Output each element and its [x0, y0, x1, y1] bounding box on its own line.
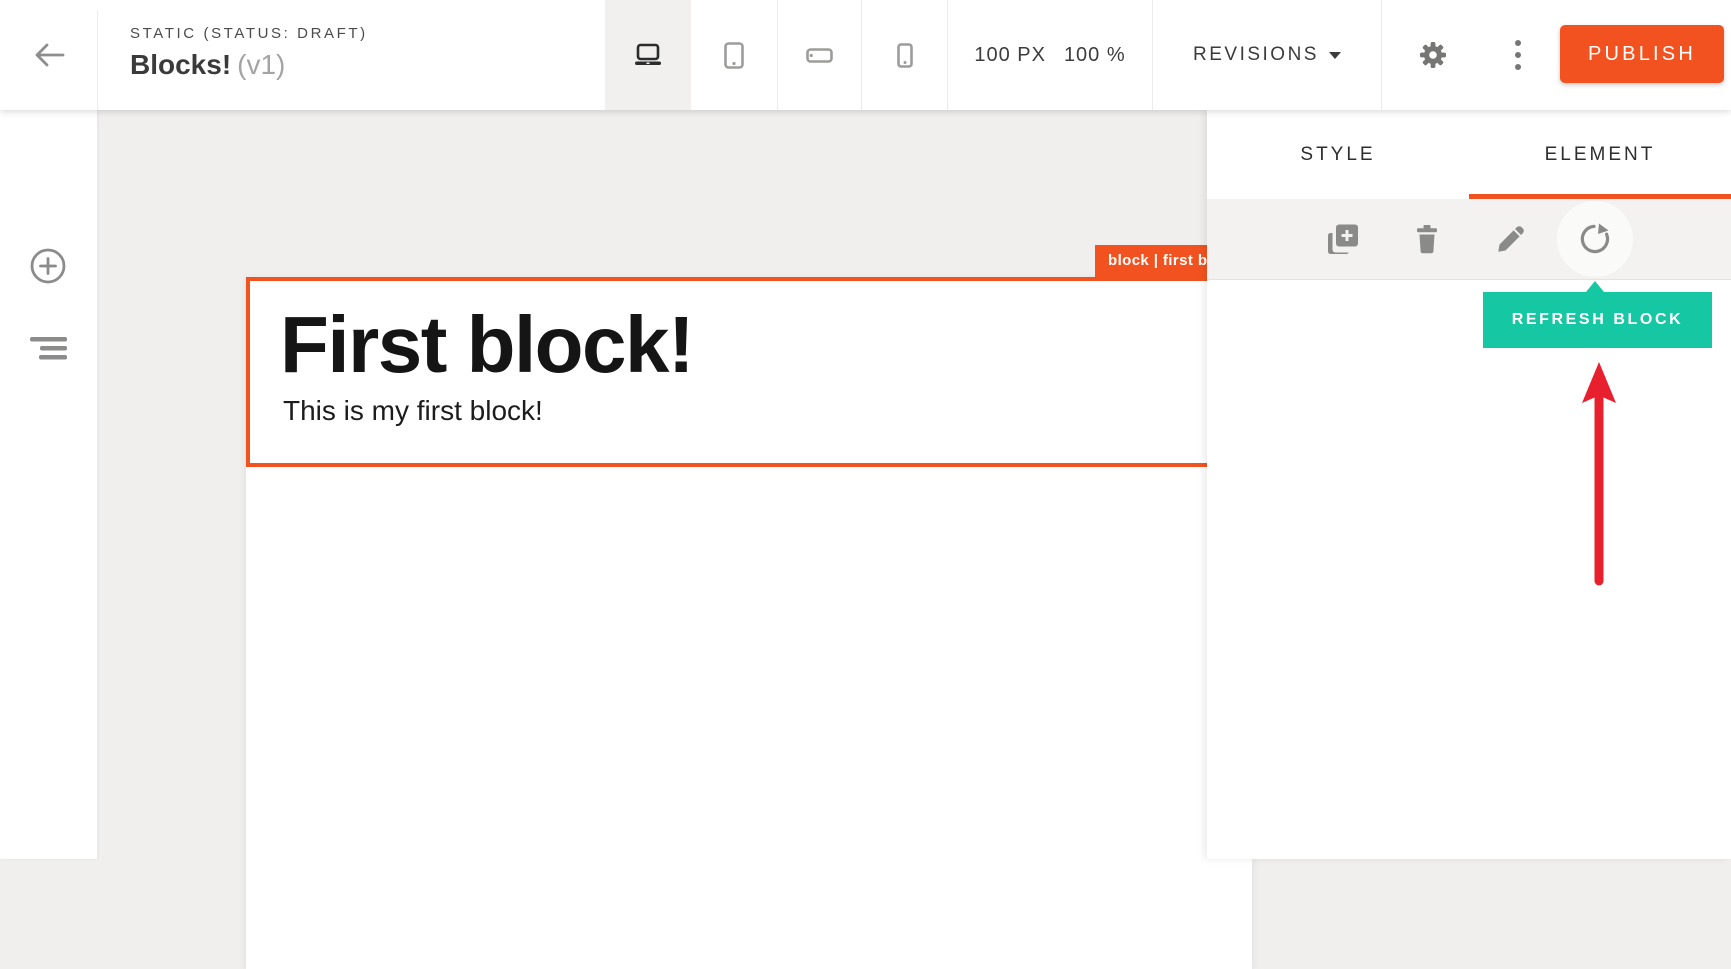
viewport-size-indicator: 100 PX 100 %	[948, 0, 1153, 110]
duplicate-icon	[1327, 224, 1359, 255]
inspector-panel: STYLE ELEMENT	[1207, 110, 1731, 859]
block-heading: First block!	[280, 305, 1248, 385]
left-sidebar	[0, 110, 97, 859]
page-title: Blocks!(v1)	[130, 49, 368, 81]
refresh-block-button[interactable]	[1578, 222, 1612, 256]
element-toolbar	[1207, 199, 1731, 280]
gear-icon	[1418, 40, 1448, 70]
viewport-width-value: 100 PX	[974, 44, 1046, 67]
tablet-icon	[724, 42, 744, 69]
editor-canvas: block | first block First block! This is…	[97, 110, 1207, 859]
annotation-arrow-up-icon	[1577, 358, 1621, 590]
mobile-landscape-icon	[806, 48, 833, 63]
plus-circle-icon	[28, 246, 68, 286]
revisions-label: REVISIONS	[1193, 44, 1319, 66]
kebab-menu-icon	[1514, 39, 1522, 71]
more-options-button[interactable]	[1494, 27, 1542, 83]
delete-block-button[interactable]	[1410, 222, 1444, 256]
revisions-dropdown[interactable]: REVISIONS	[1153, 0, 1382, 110]
trash-icon	[1415, 225, 1439, 254]
list-lines-icon	[28, 336, 68, 362]
mobile-portrait-icon	[897, 43, 913, 68]
tooltip-label: REFRESH BLOCK	[1512, 311, 1684, 329]
add-block-button[interactable]	[24, 242, 72, 290]
arrow-left-icon	[33, 41, 65, 69]
version-text: (v1)	[237, 49, 285, 80]
status-label: STATIC (STATUS: DRAFT)	[130, 25, 368, 42]
refresh-icon	[1579, 223, 1611, 255]
viewport-zoom-value: 100 %	[1064, 44, 1126, 67]
inspector-tabs: STYLE ELEMENT	[1207, 110, 1731, 199]
block-body-text: This is my first block!	[283, 395, 1248, 427]
device-preview-switcher	[605, 0, 948, 110]
title-text: Blocks!	[130, 49, 231, 80]
page-preview: block | first block First block! This is…	[246, 277, 1252, 969]
tab-style[interactable]: STYLE	[1207, 110, 1469, 199]
refresh-block-tooltip: REFRESH BLOCK	[1483, 292, 1712, 348]
device-mobile-landscape-button[interactable]	[777, 0, 863, 110]
document-info: STATIC (STATUS: DRAFT) Blocks!(v1)	[130, 25, 368, 81]
device-mobile-portrait-button[interactable]	[862, 0, 948, 110]
tab-element[interactable]: ELEMENT	[1469, 110, 1731, 199]
device-desktop-button[interactable]	[605, 0, 691, 110]
device-tablet-button[interactable]	[691, 0, 777, 110]
desktop-icon	[634, 43, 662, 67]
duplicate-block-button[interactable]	[1326, 222, 1360, 256]
selected-block[interactable]: block | first block First block! This is…	[246, 277, 1252, 467]
chevron-down-icon	[1329, 52, 1341, 59]
divider	[97, 10, 98, 110]
refresh-highlight-circle	[1557, 201, 1633, 277]
back-button[interactable]	[0, 0, 97, 110]
block-list-button[interactable]	[24, 325, 72, 373]
settings-button[interactable]	[1405, 27, 1461, 83]
pencil-icon	[1496, 224, 1526, 254]
publish-button[interactable]: PUBLISH	[1560, 25, 1724, 83]
tooltip-arrow-up	[1586, 281, 1604, 292]
topbar: STATIC (STATUS: DRAFT) Blocks!(v1)	[0, 0, 1731, 110]
edit-block-button[interactable]	[1494, 222, 1528, 256]
